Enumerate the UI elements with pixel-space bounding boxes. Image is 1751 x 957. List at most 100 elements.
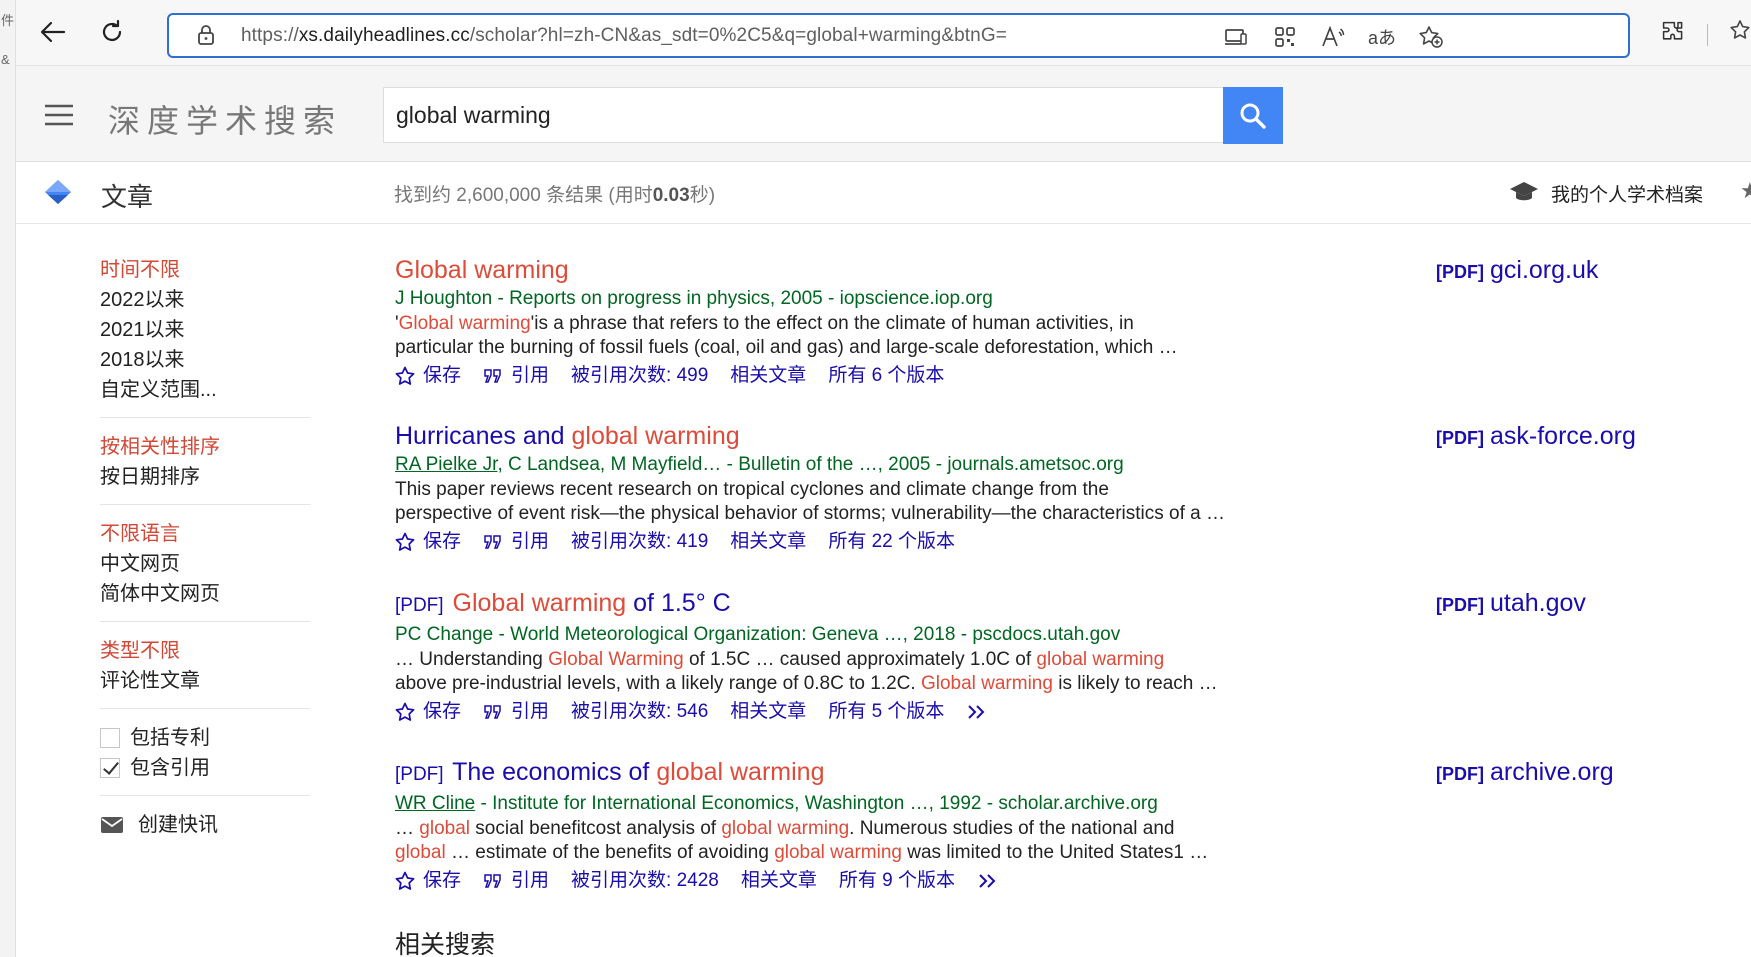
title-text: The economics of xyxy=(452,758,657,786)
time-since-2021[interactable]: 2021以来 xyxy=(100,315,310,345)
time-filter: 时间不限 2022以来 2021以来 2018以来 自定义范围... xyxy=(100,255,310,418)
more-actions-link[interactable] xyxy=(966,703,988,721)
add-favorite-icon[interactable] xyxy=(1417,23,1445,51)
side-pdf-link[interactable]: [PDF] ask-force.org xyxy=(1436,422,1636,451)
all-versions-link[interactable]: 所有 6 个版本 xyxy=(828,361,944,391)
pdf-format-tag: [PDF] xyxy=(395,595,444,616)
read-aloud-icon[interactable] xyxy=(1319,23,1347,51)
star-outline-icon xyxy=(395,702,415,721)
result-actions: 保存 引用 被引用次数: 499 相关文章 所有 6 个版本 xyxy=(395,361,1255,391)
hamburger-menu-icon[interactable] xyxy=(44,104,74,131)
snippet-highlight: global warming xyxy=(774,842,902,863)
result-meta: RA Pielke Jr, C Landsea, M Mayfield… - B… xyxy=(395,452,1255,478)
cited-by-link[interactable]: 被引用次数: 419 xyxy=(571,527,708,557)
snippet-text: perspective of event risk—the physical b… xyxy=(395,503,1226,524)
result-title[interactable]: Hurricanes and global warming xyxy=(395,420,1255,452)
app-install-icon[interactable] xyxy=(1222,23,1250,51)
browser-toolbar: https://xs.dailyheadlines.cc/scholar?hl=… xyxy=(0,0,1751,66)
results-stats: 找到约 2,600,000 条结果 (用时0.03秒) xyxy=(394,180,715,207)
cited-by-link[interactable]: 被引用次数: 2428 xyxy=(571,866,719,896)
author-link[interactable]: RA Pielke Jr xyxy=(395,454,497,475)
save-label: 保存 xyxy=(423,365,462,386)
result-title[interactable]: [PDF] Global warming of 1.5° C xyxy=(395,587,1255,622)
sort-relevance[interactable]: 按相关性排序 xyxy=(100,432,310,462)
refresh-button[interactable] xyxy=(92,12,132,52)
create-alert-label: 创建快讯 xyxy=(138,814,218,836)
pdf-host: ask-force.org xyxy=(1490,422,1636,450)
result-snippet: 'Global warming'is a phrase that refers … xyxy=(395,312,1255,360)
star-outline-icon xyxy=(395,366,415,385)
save-link[interactable]: 保存 xyxy=(395,866,461,896)
result-title[interactable]: [PDF] The economics of global warming xyxy=(395,756,1255,791)
snippet-text: social benefitcost analysis of xyxy=(470,818,722,839)
include-citations-checkbox[interactable] xyxy=(100,758,120,778)
result-title[interactable]: Global warming xyxy=(395,254,1255,286)
related-articles-link[interactable]: 相关文章 xyxy=(730,527,806,557)
snippet-highlight: global xyxy=(395,842,446,863)
extensions-icon[interactable] xyxy=(1660,19,1686,50)
cite-link[interactable]: 引用 xyxy=(483,527,549,557)
include-patents-row[interactable]: 包括专利 xyxy=(100,723,310,753)
more-actions-link[interactable] xyxy=(977,872,999,890)
time-since-2022[interactable]: 2022以来 xyxy=(100,285,310,315)
all-versions-link[interactable]: 所有 9 个版本 xyxy=(839,866,955,896)
back-button[interactable] xyxy=(33,12,73,52)
section-label[interactable]: 文章 xyxy=(101,177,153,214)
snippet-text: was limited to the United States1 … xyxy=(901,842,1209,863)
all-versions-link[interactable]: 所有 5 个版本 xyxy=(828,697,944,727)
title-text: Hurricanes and xyxy=(395,422,572,450)
type-review[interactable]: 评论性文章 xyxy=(100,666,310,696)
side-pdf-link[interactable]: [PDF] gci.org.uk xyxy=(1436,256,1598,285)
cite-label: 引用 xyxy=(511,531,550,552)
stats-time: 0.03 xyxy=(652,185,690,206)
qr-code-icon[interactable] xyxy=(1271,23,1299,51)
side-pdf-link[interactable]: [PDF] utah.gov xyxy=(1436,589,1586,618)
save-label: 保存 xyxy=(423,870,462,891)
envelope-icon xyxy=(101,817,123,833)
time-since-2018[interactable]: 2018以来 xyxy=(100,345,310,375)
url-text[interactable]: https://xs.dailyheadlines.cc/scholar?hl=… xyxy=(241,25,1007,47)
favorites-icon[interactable] xyxy=(1729,19,1751,48)
lang-chinese[interactable]: 中文网页 xyxy=(100,549,310,579)
include-patents-checkbox[interactable] xyxy=(100,728,120,748)
double-chevron-icon xyxy=(968,705,985,719)
cite-link[interactable]: 引用 xyxy=(483,866,549,896)
sort-date[interactable]: 按日期排序 xyxy=(100,462,310,492)
search-input[interactable] xyxy=(396,88,1216,142)
author-link[interactable]: WR Cline xyxy=(395,793,475,814)
address-bar[interactable]: https://xs.dailyheadlines.cc/scholar?hl=… xyxy=(167,13,1630,58)
include-patents-label: 包括专利 xyxy=(130,727,210,749)
search-result: Hurricanes and global warming RA Pielke … xyxy=(395,420,1255,557)
graduation-cap-icon[interactable] xyxy=(1509,180,1539,209)
cited-by-link[interactable]: 被引用次数: 546 xyxy=(571,697,708,727)
quote-icon xyxy=(484,705,501,719)
type-any[interactable]: 类型不限 xyxy=(100,636,310,666)
pdf-tag: [PDF] xyxy=(1436,428,1484,448)
include-citations-row[interactable]: 包含引用 xyxy=(100,753,310,783)
site-brand[interactable]: 深度学术搜索 xyxy=(108,96,342,142)
related-articles-link[interactable]: 相关文章 xyxy=(730,697,806,727)
translate-icon[interactable]: aあ xyxy=(1368,23,1396,51)
lang-simplified-chinese[interactable]: 简体中文网页 xyxy=(100,579,310,609)
create-alert-link[interactable]: 创建快讯 xyxy=(100,810,310,840)
my-profile-link[interactable]: 我的个人学术档案 xyxy=(1551,180,1703,207)
time-custom-range[interactable]: 自定义范围... xyxy=(100,375,310,405)
cite-link[interactable]: 引用 xyxy=(483,697,549,727)
strip-char: & xyxy=(1,52,10,67)
save-link[interactable]: 保存 xyxy=(395,527,461,557)
time-any[interactable]: 时间不限 xyxy=(100,255,310,285)
save-link[interactable]: 保存 xyxy=(395,361,461,391)
save-link[interactable]: 保存 xyxy=(395,697,461,727)
filter-sidebar: 时间不限 2022以来 2021以来 2018以来 自定义范围... 按相关性排… xyxy=(100,255,310,866)
my-library-star-icon[interactable]: ★ xyxy=(1740,178,1751,204)
search-button[interactable] xyxy=(1223,87,1283,144)
cited-by-link[interactable]: 被引用次数: 499 xyxy=(571,361,708,391)
all-versions-link[interactable]: 所有 22 个版本 xyxy=(828,527,955,557)
related-articles-link[interactable]: 相关文章 xyxy=(730,361,806,391)
lang-any[interactable]: 不限语言 xyxy=(100,519,310,549)
side-pdf-link[interactable]: [PDF] archive.org xyxy=(1436,758,1614,787)
snippet-text: . Numerous studies of the national and xyxy=(849,818,1175,839)
cite-link[interactable]: 引用 xyxy=(483,361,549,391)
related-articles-link[interactable]: 相关文章 xyxy=(741,866,817,896)
lock-icon[interactable] xyxy=(197,24,215,51)
